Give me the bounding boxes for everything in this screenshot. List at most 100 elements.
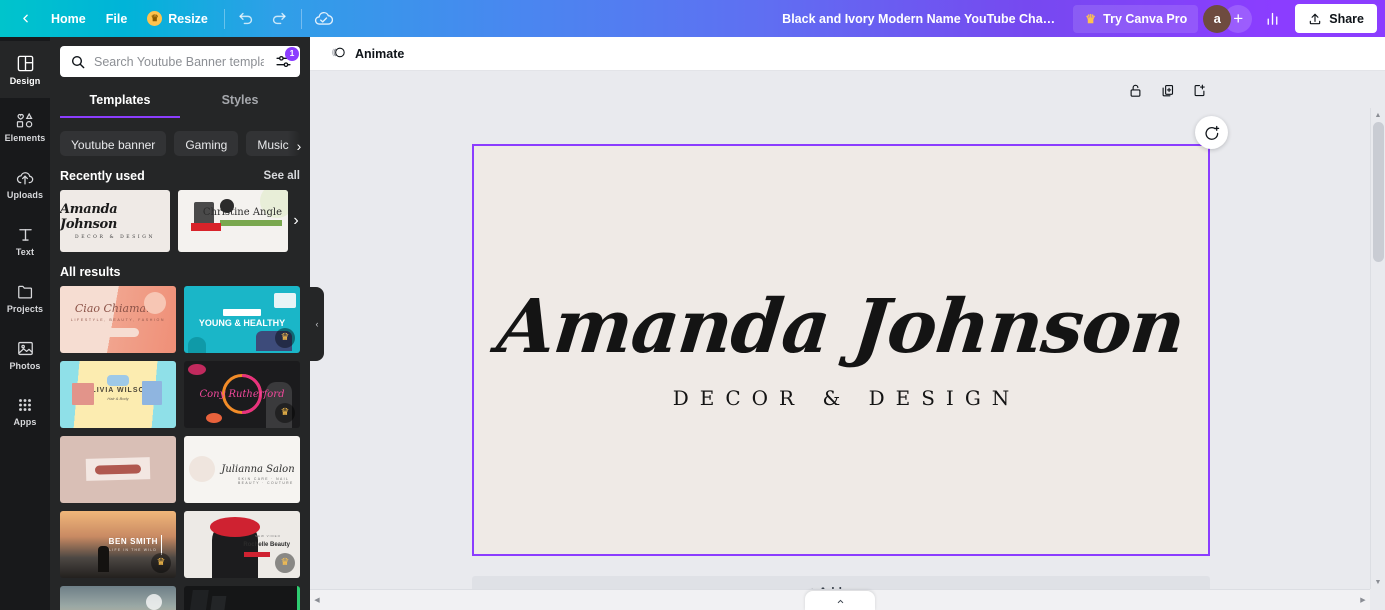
template-card[interactable]: OLIVIA WILSON Hair & Body bbox=[60, 360, 176, 428]
template-card[interactable]: Cony Rutherford ♛ bbox=[184, 360, 300, 428]
decor-building bbox=[187, 589, 209, 610]
divider bbox=[223, 8, 225, 29]
zoom-control-pill[interactable] bbox=[805, 591, 875, 610]
collaborators: a + bbox=[1203, 4, 1253, 33]
scroll-left-arrow[interactable]: ◀ bbox=[310, 596, 324, 604]
crown-icon: ♛ bbox=[147, 11, 163, 26]
chip-youtube-banner[interactable]: Youtube banner bbox=[60, 131, 167, 156]
insights-chart-button[interactable] bbox=[1257, 5, 1287, 33]
resize-button[interactable]: ♛ Resize bbox=[138, 5, 217, 32]
sidebar-item-label: Uploads bbox=[6, 189, 44, 200]
comment-button[interactable] bbox=[1195, 116, 1228, 149]
pro-crown-badge: ♛ bbox=[275, 402, 295, 423]
template-name: Rochelle Beauty bbox=[243, 541, 290, 548]
duplicate-page-button[interactable] bbox=[1157, 80, 1177, 100]
template-name: BEN SMITH bbox=[108, 536, 158, 546]
sidebar-item-design[interactable]: Design bbox=[0, 41, 50, 98]
try-canva-pro-button[interactable]: ♛ Try Canva Pro bbox=[1073, 4, 1199, 33]
scroll-down-arrow[interactable]: ▼ bbox=[1375, 575, 1382, 589]
decor-sun bbox=[146, 593, 162, 610]
chip-gaming[interactable]: Gaming bbox=[174, 131, 239, 156]
recently-used-see-all-link[interactable]: See all bbox=[264, 170, 300, 182]
chips-next-button[interactable]: › bbox=[288, 131, 310, 156]
canvas-subtitle-text[interactable]: DECOR & DESIGN bbox=[662, 386, 1021, 410]
sidebar-item-elements[interactable]: Elements bbox=[0, 98, 50, 155]
vertical-scroll-thumb[interactable] bbox=[1373, 122, 1384, 262]
decor-pill bbox=[94, 464, 142, 475]
template-card[interactable]: YOUNG & HEALTHY ♛ bbox=[184, 285, 300, 353]
cloud-saved-button[interactable] bbox=[309, 5, 339, 33]
template-subtitle: Hair & Body bbox=[107, 396, 129, 402]
share-button[interactable]: Share bbox=[1295, 4, 1377, 33]
decor-badge bbox=[191, 222, 221, 231]
template-name: Christine Angle bbox=[202, 206, 282, 218]
canvas-heading-text[interactable]: Amanda Johnson bbox=[494, 284, 1189, 370]
sidebar-item-photos[interactable]: Photos bbox=[0, 326, 50, 383]
crown-icon: ♛ bbox=[1085, 11, 1097, 26]
share-label: Share bbox=[1329, 11, 1364, 26]
back-button[interactable] bbox=[10, 5, 40, 33]
template-card[interactable]: Ciao Chiamanti LIFESTYLE, BEAUTY, FASHIO… bbox=[60, 285, 176, 353]
sidebar-item-uploads[interactable]: Uploads bbox=[0, 155, 50, 212]
template-card[interactable]: Julianna Salon SKIN CARE · NAIL BEAUTY ·… bbox=[184, 435, 300, 503]
decor-circle bbox=[189, 456, 216, 483]
sidebar-item-label: Apps bbox=[13, 417, 37, 427]
template-card[interactable]: BEN SMITH LIFE IN THE WILD ♛ bbox=[60, 510, 176, 578]
search-input[interactable] bbox=[94, 54, 264, 69]
decor-bar bbox=[220, 219, 282, 226]
scroll-up-arrow[interactable]: ▲ bbox=[1375, 108, 1382, 122]
panel-collapse-handle[interactable]: ‹ bbox=[310, 286, 324, 361]
add-page-tool-button[interactable] bbox=[1189, 80, 1209, 100]
document-title[interactable]: Black and Ivory Modern Name YouTube Chan… bbox=[770, 12, 1070, 26]
vertical-scroll-track[interactable] bbox=[1371, 122, 1385, 575]
search-filter-button[interactable]: 1 bbox=[272, 46, 299, 73]
all-results-list[interactable]: Ciao Chiamanti LIFESTYLE, BEAUTY, FASHIO… bbox=[50, 285, 310, 610]
redo-button[interactable] bbox=[264, 5, 294, 33]
tab-styles[interactable]: Styles bbox=[180, 85, 300, 118]
unlock-icon bbox=[1130, 84, 1140, 97]
template-card[interactable] bbox=[60, 435, 176, 503]
sidebar-item-apps[interactable]: Apps bbox=[0, 383, 50, 440]
recent-template-christine-angle[interactable]: Christine Angle bbox=[178, 189, 288, 252]
unlock-page-button[interactable] bbox=[1125, 80, 1145, 100]
template-card[interactable] bbox=[184, 585, 300, 610]
tab-templates[interactable]: Templates bbox=[60, 85, 180, 118]
apps-icon bbox=[19, 399, 31, 411]
template-subtitle: NEW VIDEO bbox=[254, 533, 281, 538]
context-toolbar: Animate bbox=[310, 37, 1385, 71]
scroll-right-arrow[interactable]: ▶ bbox=[1356, 596, 1370, 604]
top-bar: Home File ♛ Resize Black and Ivory Moder… bbox=[0, 0, 1385, 37]
file-label: File bbox=[105, 11, 128, 26]
all-results-grid: Ciao Chiamanti LIFESTYLE, BEAUTY, FASHIO… bbox=[60, 285, 300, 610]
template-card[interactable]: Vanessa Hartley TRAVEL AND PHOTOGRAPHY bbox=[60, 585, 176, 610]
decor-shape bbox=[188, 336, 206, 353]
file-menu-button[interactable]: File bbox=[97, 5, 137, 32]
category-chips: Youtube banner Gaming Music Travel › bbox=[50, 118, 310, 156]
recently-used-next-button[interactable]: › bbox=[284, 204, 308, 238]
search-box[interactable]: 1 bbox=[60, 46, 300, 77]
undo-button[interactable] bbox=[232, 5, 262, 33]
left-rail: Design Elements Uploads Text Projects Ph… bbox=[0, 37, 50, 610]
design-canvas[interactable]: Amanda Johnson DECOR & DESIGN bbox=[472, 144, 1210, 556]
recent-template-amanda-johnson[interactable]: Amanda Johnson DECOR & DESIGN bbox=[60, 189, 170, 252]
text-icon bbox=[18, 228, 32, 241]
decor-button bbox=[97, 327, 139, 337]
decor-hat bbox=[210, 516, 260, 537]
avatar[interactable]: a bbox=[1203, 4, 1232, 33]
home-button[interactable]: Home bbox=[42, 5, 95, 32]
pro-label: Try Canva Pro bbox=[1103, 11, 1188, 26]
decor-cta bbox=[244, 551, 270, 557]
add-page-icon bbox=[1194, 84, 1205, 96]
sidebar-item-text[interactable]: Text bbox=[0, 212, 50, 269]
horizontal-scrollbar[interactable]: ◀ ▶ bbox=[310, 589, 1370, 610]
elements-icon bbox=[16, 112, 33, 128]
sidebar-item-projects[interactable]: Projects bbox=[0, 269, 50, 326]
sidebar-item-label: Photos bbox=[9, 360, 41, 371]
home-label: Home bbox=[51, 11, 86, 26]
template-card[interactable]: NEW VIDEO Rochelle Beauty ♛ bbox=[184, 510, 300, 578]
photos-icon bbox=[17, 341, 33, 355]
animate-button[interactable]: Animate bbox=[324, 41, 410, 67]
vertical-scrollbar[interactable]: ▲ ▼ bbox=[1370, 108, 1385, 589]
decor-silhouette bbox=[98, 545, 109, 572]
recently-used-row: Amanda Johnson DECOR & DESIGN Christine … bbox=[60, 189, 300, 252]
